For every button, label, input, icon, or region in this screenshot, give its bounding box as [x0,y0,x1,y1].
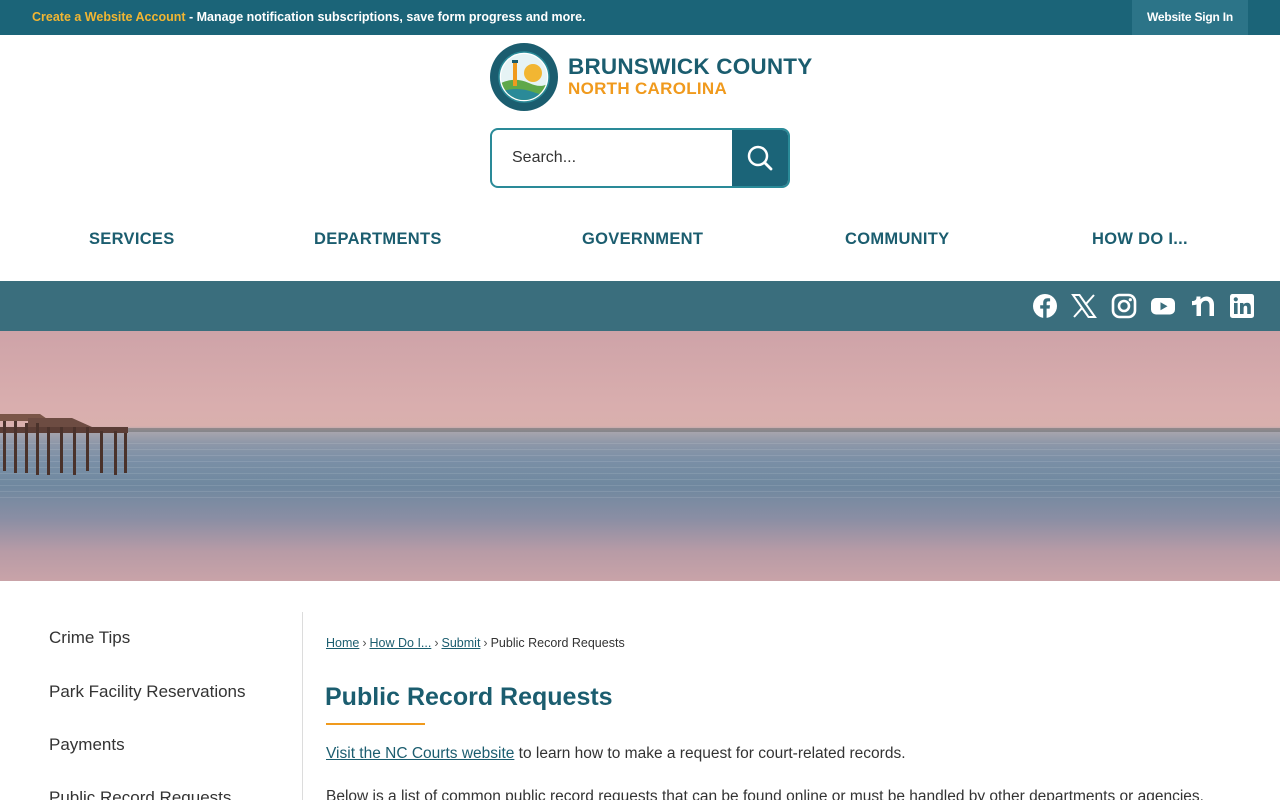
logo-title: BRUNSWICK COUNTY [568,54,813,79]
site-search [490,128,790,188]
logo-subtitle: NORTH CAROLINA [568,79,728,98]
page-title: Public Record Requests [325,683,613,711]
nc-courts-link[interactable]: Visit the NC Courts website [326,745,514,762]
sidebar-item-public-record-requests[interactable]: Public Record Requests [49,788,231,800]
linkedin-icon[interactable] [1229,293,1255,319]
notification-bar: Create a Website Account - Manage notifi… [0,0,1280,35]
county-seal-icon [490,43,558,111]
facebook-icon[interactable] [1032,293,1058,319]
create-account-link[interactable]: Create a Website Account [32,10,186,24]
breadcrumb-separator: › [362,636,367,650]
site-logo[interactable]: BRUNSWICK COUNTY NORTH CAROLINA [489,42,812,112]
nextdoor-icon[interactable] [1190,293,1216,319]
nav-government[interactable]: GOVERNMENT [582,230,703,249]
horizon-line [0,428,1280,432]
sidebar-item-park-facility-reservations[interactable]: Park Facility Reservations [49,682,246,702]
title-underline [326,723,425,725]
youtube-icon[interactable] [1150,293,1176,319]
notification-message: Create a Website Account - Manage notifi… [32,10,586,24]
water-shimmer [0,443,1280,503]
breadcrumb-separator: › [483,636,488,650]
breadcrumb-separator: › [434,636,439,650]
sidebar-item-crime-tips[interactable]: Crime Tips [49,628,130,648]
pier-illustration [0,414,128,475]
instagram-icon[interactable] [1111,293,1137,319]
sidebar-divider [302,612,303,800]
breadcrumb-how-do-i[interactable]: How Do I... [370,636,432,650]
sidebar-item-payments[interactable]: Payments [49,735,125,755]
nav-services[interactable]: SERVICES [89,230,175,249]
nav-departments[interactable]: DEPARTMENTS [314,230,442,249]
breadcrumb-home[interactable]: Home [326,636,359,650]
breadcrumb-current: Public Record Requests [490,636,625,650]
notification-text: - Manage notification subscriptions, sav… [185,10,586,24]
hero-image [0,331,1280,581]
x-icon[interactable] [1071,293,1097,319]
main-navigation: SERVICES DEPARTMENTS GOVERNMENT COMMUNIT… [0,222,1280,258]
nav-community[interactable]: COMMUNITY [845,230,949,249]
intro-text: to learn how to make a request for court… [514,745,906,762]
intro-paragraph: Visit the NC Courts website to learn how… [326,745,906,763]
search-button[interactable] [732,130,788,186]
search-icon [747,145,773,171]
breadcrumb-submit[interactable]: Submit [442,636,481,650]
nav-how-do-i[interactable]: HOW DO I... [1092,230,1188,249]
breadcrumb: Home › How Do I... › Submit › Public Record Re… [326,636,625,650]
website-sign-in-button[interactable]: Website Sign In [1132,0,1248,35]
search-input[interactable] [492,130,734,186]
social-media-bar [0,281,1280,331]
list-intro-paragraph: Below is a list of common public record … [326,788,1204,800]
sidebar-navigation: Crime Tips Park Facility Reservations Pa… [0,600,302,800]
